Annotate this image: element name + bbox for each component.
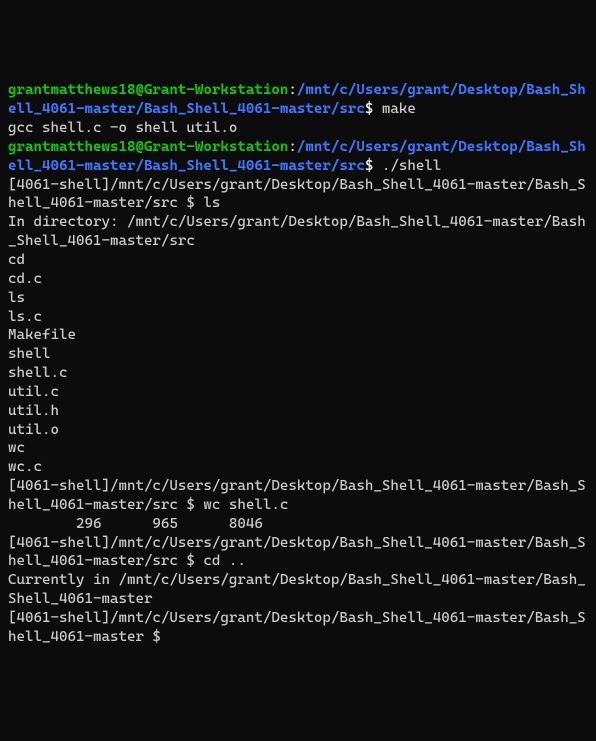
list-item: cd.c xyxy=(8,270,588,289)
list-item: wc xyxy=(8,439,588,458)
prompt-line-2: grantmatthews18@Grant-Workstation:/mnt/c… xyxy=(8,138,588,176)
dollar-sign: $ xyxy=(365,101,382,117)
list-item: util.c xyxy=(8,383,588,402)
prompt-line-1: grantmatthews18@Grant-Workstation:/mnt/c… xyxy=(8,81,588,119)
terminal-output[interactable]: grantmatthews18@Grant-Workstation:/mnt/c… xyxy=(8,81,588,646)
list-item: Makefile xyxy=(8,326,588,345)
user-host: grantmatthews18@Grant-Workstation xyxy=(8,139,288,155)
list-item: wc.c xyxy=(8,458,588,477)
make-output: gcc shell.c -o shell util.o xyxy=(8,119,588,138)
shell-command: wc shell.c xyxy=(203,497,288,513)
list-item: shell.c xyxy=(8,364,588,383)
shell-prompt: [4061-shell]/mnt/c/Users/grant/Desktop/B… xyxy=(8,177,586,212)
shell-prompt-line-4: [4061-shell]/mnt/c/Users/grant/Desktop/B… xyxy=(8,609,588,647)
colon: : xyxy=(288,139,297,155)
shell-prompt: [4061-shell]/mnt/c/Users/grant/Desktop/B… xyxy=(8,535,586,570)
cd-output: Currently in /mnt/c/Users/grant/Desktop/… xyxy=(8,571,588,609)
shell-prompt-line-2: [4061-shell]/mnt/c/Users/grant/Desktop/B… xyxy=(8,477,588,515)
shell-prompt: [4061-shell]/mnt/c/Users/grant/Desktop/B… xyxy=(8,478,586,513)
dollar-sign: $ xyxy=(365,158,382,174)
list-item: ls.c xyxy=(8,308,588,327)
shell-prompt-line-3: [4061-shell]/mnt/c/Users/grant/Desktop/B… xyxy=(8,534,588,572)
list-item: util.h xyxy=(8,402,588,421)
list-item: shell xyxy=(8,345,588,364)
shell-prompt-line-1: [4061-shell]/mnt/c/Users/grant/Desktop/B… xyxy=(8,176,588,214)
list-item: ls xyxy=(8,289,588,308)
shell-prompt: [4061-shell]/mnt/c/Users/grant/Desktop/B… xyxy=(8,610,586,645)
user-host: grantmatthews18@Grant-Workstation xyxy=(8,82,288,98)
command-text: make xyxy=(382,101,416,117)
list-item: util.o xyxy=(8,421,588,440)
list-item: cd xyxy=(8,251,588,270)
wc-output: 296 965 8046 xyxy=(8,515,588,534)
command-text: ./shell xyxy=(382,158,441,174)
ls-header: In directory: /mnt/c/Users/grant/Desktop… xyxy=(8,213,588,251)
shell-command: ls xyxy=(203,195,220,211)
shell-command: cd .. xyxy=(203,553,245,569)
colon: : xyxy=(288,82,297,98)
